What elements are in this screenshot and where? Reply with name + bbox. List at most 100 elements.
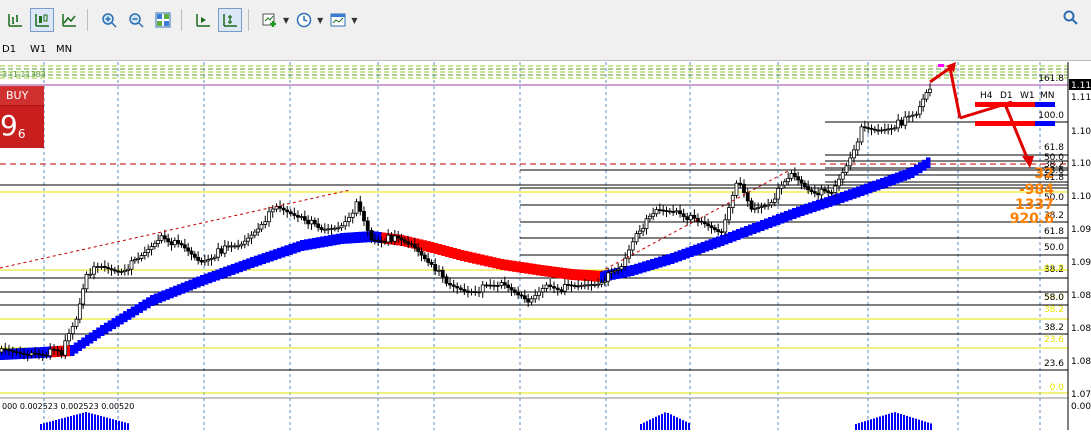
candle-body bbox=[792, 172, 797, 178]
ribbon-segment bbox=[308, 238, 313, 250]
periodicity-dropdown-arrow[interactable]: ▼ bbox=[317, 16, 323, 25]
candle-body bbox=[576, 285, 581, 288]
candlestick-icon[interactable] bbox=[30, 8, 54, 32]
ribbon-segment bbox=[508, 260, 513, 272]
histogram-bar bbox=[894, 412, 896, 430]
tile-windows-icon[interactable] bbox=[151, 8, 175, 32]
candle-body bbox=[202, 260, 207, 263]
price-tick: 1.112 bbox=[1071, 93, 1091, 103]
line-chart-icon[interactable] bbox=[57, 8, 81, 32]
candle-body bbox=[533, 294, 538, 300]
buy-price-sup: 6 bbox=[17, 127, 26, 141]
fib-label-yellow: 0.0 bbox=[1050, 383, 1065, 393]
candle-body bbox=[109, 268, 114, 271]
ribbon-segment bbox=[662, 255, 667, 267]
candle-body bbox=[156, 240, 161, 244]
mtf-bar bbox=[975, 121, 1035, 126]
ribbon-segment bbox=[123, 311, 128, 323]
candle-body bbox=[469, 291, 474, 294]
ribbon-segment bbox=[142, 299, 147, 311]
candle-body bbox=[602, 280, 607, 283]
timeframe-d1[interactable]: D1 bbox=[2, 44, 16, 55]
bar-chart-icon[interactable] bbox=[3, 8, 27, 32]
histogram-bar bbox=[658, 415, 660, 430]
candle-body bbox=[292, 213, 297, 216]
candle-body bbox=[392, 235, 397, 242]
histogram-bar bbox=[94, 414, 96, 430]
buy-button[interactable]: BUY bbox=[0, 86, 44, 106]
candle-body bbox=[3, 348, 8, 351]
timeframe-mn[interactable]: MN bbox=[56, 44, 72, 55]
candle-body bbox=[302, 216, 307, 221]
candle-body bbox=[651, 213, 656, 217]
candle-body bbox=[692, 214, 697, 219]
histogram-bar bbox=[115, 420, 117, 430]
indicators-icon[interactable] bbox=[258, 8, 282, 32]
orange-value: -984 bbox=[1019, 182, 1054, 198]
templates-icon[interactable] bbox=[326, 8, 350, 32]
search-icon[interactable] bbox=[1063, 10, 1079, 30]
candle-body bbox=[509, 287, 514, 291]
candle-body bbox=[429, 261, 434, 265]
main-toolbar: ▼ ▼ ▼ bbox=[0, 0, 1091, 41]
periodicity-icon[interactable] bbox=[292, 8, 316, 32]
auto-scroll-icon[interactable] bbox=[191, 8, 215, 32]
histogram-bar bbox=[903, 414, 905, 430]
candle-body bbox=[716, 229, 721, 233]
ribbon-segment bbox=[312, 237, 317, 249]
ribbon-segment bbox=[230, 263, 236, 275]
candle-body bbox=[419, 251, 424, 256]
candle-body bbox=[112, 269, 117, 272]
candle-body bbox=[74, 318, 79, 327]
ribbon-segment bbox=[273, 249, 278, 261]
indicators-dropdown-arrow[interactable]: ▼ bbox=[283, 16, 289, 25]
histogram-bar bbox=[55, 420, 57, 430]
price-axis: 1.113 1.112 1.106 1.104 1.100 1.096 1.092 1.088… bbox=[1067, 62, 1091, 430]
candle-body bbox=[399, 237, 404, 241]
zoom-out-icon[interactable] bbox=[124, 8, 148, 32]
candle-body bbox=[819, 188, 824, 196]
ribbon-segment bbox=[161, 290, 167, 302]
ribbon-segment bbox=[658, 256, 663, 268]
candle-body bbox=[719, 231, 724, 234]
candle-body bbox=[606, 272, 611, 282]
chart-shift-icon[interactable] bbox=[218, 8, 242, 32]
histogram-bar bbox=[906, 415, 908, 430]
candle-body bbox=[37, 353, 41, 356]
ribbon-segment bbox=[269, 250, 274, 262]
price-chart[interactable]: 161.8 100.0 61.8 50.0 38.2 23.6 61.8 50.0 38.2 61… bbox=[0, 61, 1091, 430]
ribbon-segment bbox=[677, 250, 683, 262]
candle-body bbox=[222, 245, 227, 254]
mtf-label: H4 bbox=[980, 91, 993, 101]
candle-body bbox=[281, 207, 286, 211]
templates-dropdown-arrow[interactable]: ▼ bbox=[351, 16, 357, 25]
timeframe-w1[interactable]: W1 bbox=[30, 44, 46, 55]
candle-body bbox=[406, 241, 411, 245]
candle-body bbox=[685, 216, 690, 221]
ribbon-segment bbox=[134, 304, 140, 316]
ribbon-segment bbox=[324, 235, 329, 247]
ribbon-segment bbox=[192, 278, 197, 290]
candle-body bbox=[347, 216, 351, 222]
arrow-line bbox=[1003, 103, 1032, 166]
candle-body bbox=[506, 284, 511, 288]
zoom-in-icon[interactable] bbox=[97, 8, 121, 32]
ribbon-segment bbox=[516, 261, 521, 273]
buy-price[interactable]: 96 bbox=[0, 106, 25, 146]
candle-body bbox=[862, 126, 867, 129]
ribbon-segment bbox=[488, 256, 493, 268]
candle-body bbox=[122, 269, 127, 272]
candle-body bbox=[882, 129, 887, 131]
candle-body bbox=[829, 192, 834, 194]
histogram-bar bbox=[918, 419, 920, 430]
histogram-bar bbox=[673, 415, 675, 430]
candle-body bbox=[537, 291, 541, 296]
histogram-bar bbox=[682, 420, 684, 430]
candle-body bbox=[389, 234, 394, 242]
ribbon-segment bbox=[772, 215, 777, 227]
ribbon-segment bbox=[234, 262, 240, 274]
candle-body bbox=[216, 248, 221, 258]
chart-canvas[interactable]: 161.8100.061.850.038.223.661.850.038.261… bbox=[0, 61, 1091, 430]
fib-label: 100.0 bbox=[1038, 111, 1064, 121]
candle-body bbox=[422, 254, 427, 260]
